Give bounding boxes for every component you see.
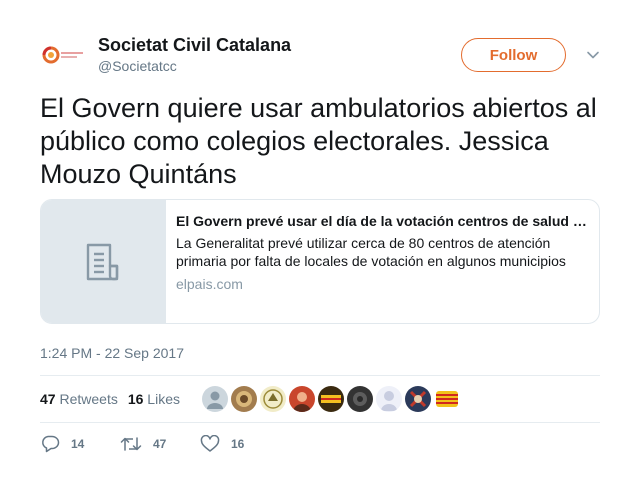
- retweets-stat[interactable]: 47 Retweets: [40, 391, 118, 407]
- likes-label: Likes: [147, 391, 180, 407]
- retweet-button[interactable]: 47: [120, 435, 200, 453]
- tweet-actions: 14 47 16: [40, 434, 280, 454]
- avatar[interactable]: [40, 33, 88, 77]
- tweet-stats: 47 Retweets 16 Likes: [40, 384, 190, 414]
- scc-logo-icon: [42, 46, 83, 64]
- likes-count: 16: [127, 391, 144, 407]
- avatar[interactable]: [405, 386, 431, 412]
- tweet-text: El Govern quiere usar ambulatorios abier…: [40, 93, 597, 189]
- user-handle[interactable]: @Societatcc: [98, 58, 177, 74]
- avatar[interactable]: [289, 386, 315, 412]
- retweets-count: 47: [40, 391, 56, 407]
- avatar[interactable]: [376, 386, 402, 412]
- card-domain: elpais.com: [176, 276, 243, 292]
- user-name[interactable]: Societat Civil Catalana: [98, 35, 291, 56]
- avatar[interactable]: [231, 386, 257, 412]
- liker-avatars: [202, 386, 463, 412]
- avatar[interactable]: [434, 386, 460, 412]
- divider: [40, 375, 600, 376]
- document-icon: [86, 243, 118, 280]
- heart-icon: [200, 435, 220, 452]
- like-count: 16: [231, 437, 245, 451]
- chevron-down-icon[interactable]: [586, 48, 600, 62]
- avatar[interactable]: [202, 386, 228, 412]
- avatar[interactable]: [318, 386, 344, 412]
- avatar[interactable]: [347, 386, 373, 412]
- reply-icon: [42, 435, 60, 453]
- card-thumbnail: [41, 200, 166, 323]
- tweet-header: Societat Civil Catalana @Societatcc Foll…: [40, 33, 600, 77]
- avatar[interactable]: [260, 386, 286, 412]
- divider: [40, 422, 600, 423]
- card-body: El Govern prevé usar el día de la votaci…: [176, 212, 590, 293]
- likes-stat[interactable]: 16 Likes: [128, 391, 180, 407]
- retweet-count: 47: [153, 437, 167, 451]
- tweet-timestamp[interactable]: 1:24 PM - 22 Sep 2017: [40, 345, 184, 361]
- follow-button[interactable]: Follow: [461, 38, 566, 72]
- like-button[interactable]: 16: [200, 435, 280, 453]
- reply-count: 14: [71, 437, 85, 451]
- retweet-icon: [120, 437, 142, 451]
- retweets-label: Retweets: [59, 391, 118, 407]
- link-card[interactable]: El Govern prevé usar el día de la votaci…: [40, 199, 600, 324]
- reply-button[interactable]: 14: [40, 435, 120, 453]
- card-title[interactable]: El Govern prevé usar el día de la votaci…: [176, 212, 590, 230]
- card-description: La Generalitat prevé utilizar cerca de 8…: [176, 235, 566, 269]
